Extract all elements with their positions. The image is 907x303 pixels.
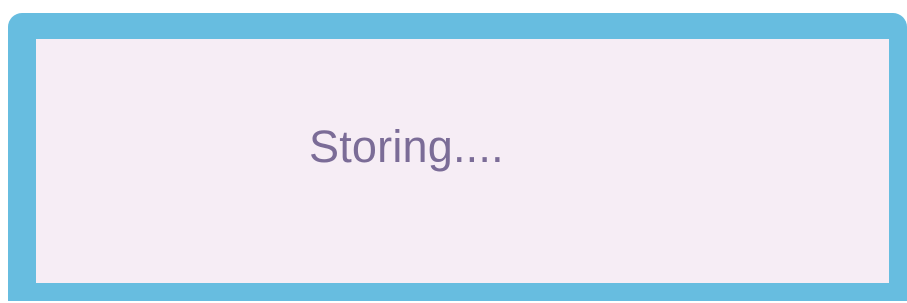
- page: Storing....: [0, 0, 907, 303]
- storing-status-text: Storing....: [309, 121, 504, 172]
